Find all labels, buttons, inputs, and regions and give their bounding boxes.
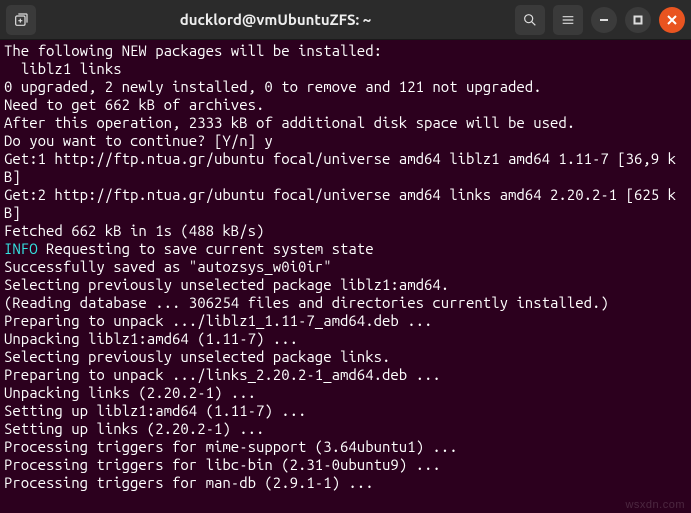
titlebar-right <box>515 5 685 35</box>
new-tab-icon <box>13 12 29 28</box>
terminal-line: Setting up links (2.20.2-1) ... <box>4 420 687 438</box>
terminal-line: After this operation, 2333 kB of additio… <box>4 114 687 132</box>
close-button[interactable] <box>659 7 685 33</box>
minimize-button[interactable] <box>591 7 617 33</box>
terminal-line: Selecting previously unselected package … <box>4 276 687 294</box>
window-title: ducklord@vmUbuntuZFS: ~ <box>42 11 509 28</box>
terminal-line: Need to get 662 kB of archives. <box>4 96 687 114</box>
titlebar-left <box>6 5 36 35</box>
watermark: wsxdn.com <box>625 499 685 511</box>
terminal-line: 0 upgraded, 2 newly installed, 0 to remo… <box>4 78 687 96</box>
menu-button[interactable] <box>553 5 583 35</box>
search-icon <box>522 12 538 28</box>
terminal-line: INFO Requesting to save current system s… <box>4 240 687 258</box>
terminal-line: (Reading database ... 306254 files and d… <box>4 294 687 312</box>
terminal-line: Unpacking liblz1:amd64 (1.11-7) ... <box>4 330 687 348</box>
terminal-line: Processing triggers for libc-bin (2.31-0… <box>4 456 687 474</box>
minimize-icon <box>599 15 609 25</box>
terminal-line: Successfully saved as "autozsys_w0i0ir" <box>4 258 687 276</box>
hamburger-icon <box>560 12 576 28</box>
terminal-line: liblz1 links <box>4 60 687 78</box>
maximize-icon <box>633 15 643 25</box>
terminal-line: Selecting previously unselected package … <box>4 348 687 366</box>
terminal-line: Unpacking links (2.20.2-1) ... <box>4 384 687 402</box>
maximize-button[interactable] <box>625 7 651 33</box>
terminal-line: Do you want to continue? [Y/n] y <box>4 132 687 150</box>
terminal-line: Fetched 662 kB in 1s (488 kB/s) <box>4 222 687 240</box>
search-button[interactable] <box>515 5 545 35</box>
terminal-line: Preparing to unpack .../liblz1_1.11-7_am… <box>4 312 687 330</box>
terminal-output[interactable]: The following NEW packages will be insta… <box>0 40 691 513</box>
terminal-line: Setting up liblz1:amd64 (1.11-7) ... <box>4 402 687 420</box>
terminal-line: Get:1 http://ftp.ntua.gr/ubuntu focal/un… <box>4 150 687 186</box>
terminal-line: Preparing to unpack .../links_2.20.2-1_a… <box>4 366 687 384</box>
terminal-line: Get:2 http://ftp.ntua.gr/ubuntu focal/un… <box>4 186 687 222</box>
log-level-tag: INFO <box>4 240 38 257</box>
titlebar: ducklord@vmUbuntuZFS: ~ <box>0 0 691 40</box>
terminal-line: The following NEW packages will be insta… <box>4 42 687 60</box>
close-icon <box>667 15 677 25</box>
terminal-line: Processing triggers for man-db (2.9.1-1)… <box>4 474 687 492</box>
new-tab-button[interactable] <box>6 5 36 35</box>
terminal-line: Processing triggers for mime-support (3.… <box>4 438 687 456</box>
